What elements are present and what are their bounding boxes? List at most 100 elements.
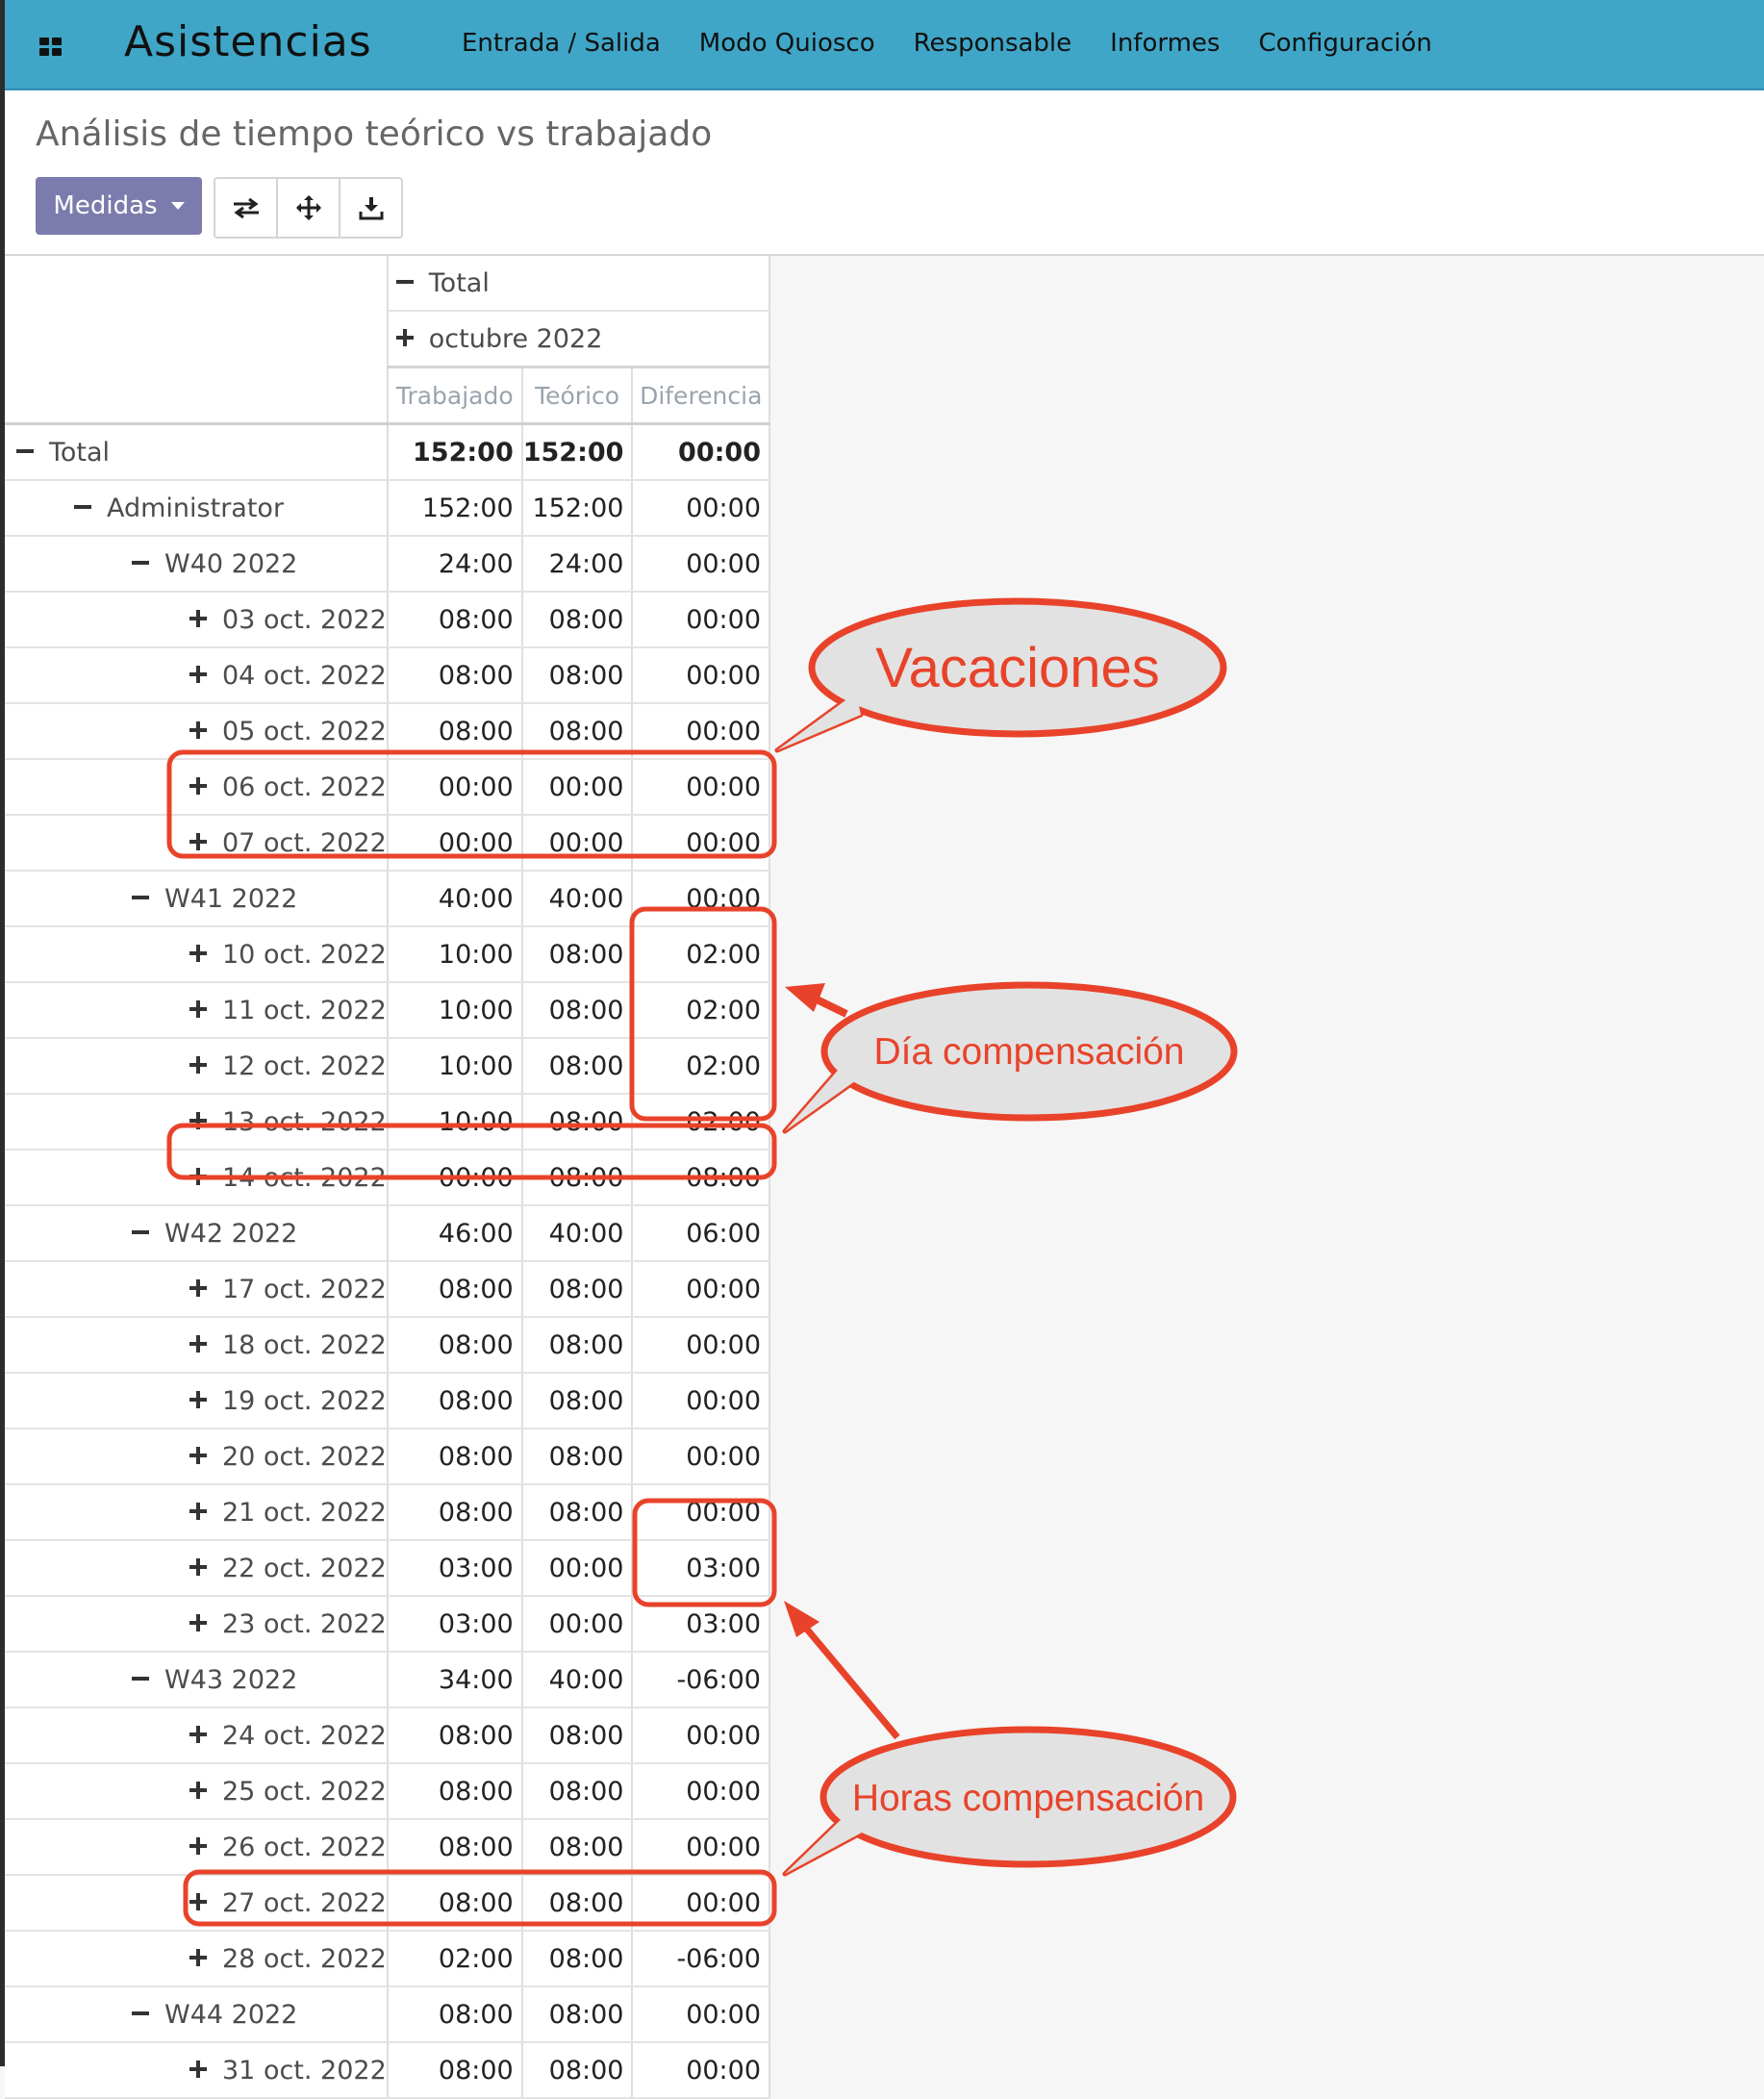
cell-teorico[interactable]: 08:00: [521, 1875, 634, 1932]
cell-trabajado[interactable]: 03:00: [387, 1540, 523, 1597]
measure-header-trabajado[interactable]: Trabajado: [387, 367, 523, 425]
cell-teorico[interactable]: 40:00: [521, 1652, 634, 1708]
cell-trabajado[interactable]: 08:00: [387, 2042, 523, 2099]
cell-diferencia[interactable]: 00:00: [632, 647, 770, 704]
cell-teorico[interactable]: 08:00: [521, 1150, 634, 1206]
cell-trabajado[interactable]: 24:00: [387, 536, 523, 593]
cell-teorico[interactable]: 24:00: [521, 536, 634, 593]
cell-trabajado[interactable]: 08:00: [387, 1986, 523, 2043]
cell-trabajado[interactable]: 152:00: [387, 423, 523, 481]
col-header-total[interactable]: Total: [386, 256, 771, 312]
cell-teorico[interactable]: 00:00: [521, 759, 634, 816]
cell-diferencia[interactable]: 00:00: [632, 1484, 770, 1541]
row-header[interactable]: 20 oct. 2022: [5, 1429, 389, 1485]
menu-configuracion[interactable]: Configuración: [1258, 29, 1431, 58]
row-header[interactable]: 04 oct. 2022: [5, 647, 389, 704]
cell-teorico[interactable]: 08:00: [521, 1038, 634, 1095]
cell-trabajado[interactable]: 152:00: [387, 480, 523, 537]
row-header[interactable]: 11 oct. 2022: [5, 982, 389, 1039]
cell-diferencia[interactable]: 00:00: [632, 759, 770, 816]
cell-diferencia[interactable]: 00:00: [632, 1986, 770, 2043]
cell-trabajado[interactable]: 08:00: [387, 1373, 523, 1429]
cell-diferencia[interactable]: 00:00: [632, 1317, 770, 1374]
menu-informes[interactable]: Informes: [1110, 29, 1220, 58]
cell-diferencia[interactable]: 02:00: [632, 1094, 770, 1151]
row-header[interactable]: Administrator: [5, 480, 389, 537]
cell-diferencia[interactable]: 00:00: [632, 536, 770, 593]
cell-trabajado[interactable]: 08:00: [387, 1819, 523, 1876]
row-header[interactable]: 19 oct. 2022: [5, 1373, 389, 1429]
row-header[interactable]: 24 oct. 2022: [5, 1707, 389, 1764]
row-header[interactable]: 06 oct. 2022: [5, 759, 389, 816]
cell-teorico[interactable]: 08:00: [521, 1931, 634, 1987]
row-header[interactable]: 26 oct. 2022: [5, 1819, 389, 1876]
row-header[interactable]: Total: [5, 423, 389, 481]
cell-diferencia[interactable]: 00:00: [632, 592, 770, 648]
cell-trabajado[interactable]: 34:00: [387, 1652, 523, 1708]
cell-teorico[interactable]: 152:00: [521, 480, 634, 537]
apps-grid-icon[interactable]: [39, 38, 63, 57]
cell-teorico[interactable]: 00:00: [521, 1540, 634, 1597]
row-header[interactable]: 13 oct. 2022: [5, 1094, 389, 1151]
cell-teorico[interactable]: 08:00: [521, 1429, 634, 1485]
cell-diferencia[interactable]: 02:00: [632, 926, 770, 983]
cell-trabajado[interactable]: 02:00: [387, 1931, 523, 1987]
cell-teorico[interactable]: 00:00: [521, 1596, 634, 1653]
cell-diferencia[interactable]: 00:00: [632, 871, 770, 927]
cell-diferencia[interactable]: 00:00: [632, 815, 770, 872]
cell-diferencia[interactable]: 03:00: [632, 1540, 770, 1597]
cell-diferencia[interactable]: 00:00: [632, 423, 770, 481]
row-header[interactable]: 25 oct. 2022: [5, 1763, 389, 1820]
cell-teorico[interactable]: 40:00: [521, 1205, 634, 1262]
cell-teorico[interactable]: 152:00: [521, 423, 634, 481]
cell-teorico[interactable]: 08:00: [521, 1261, 634, 1318]
cell-teorico[interactable]: 08:00: [521, 2042, 634, 2099]
col-header-month[interactable]: octubre 2022: [386, 311, 771, 368]
menu-modo-quiosco[interactable]: Modo Quiosco: [699, 29, 875, 58]
cell-trabajado[interactable]: 00:00: [387, 1150, 523, 1206]
cell-trabajado[interactable]: 10:00: [387, 926, 523, 983]
expand-all-button[interactable]: [276, 179, 339, 237]
cell-teorico[interactable]: 40:00: [521, 871, 634, 927]
download-button[interactable]: [339, 179, 401, 237]
cell-diferencia[interactable]: 06:00: [632, 1205, 770, 1262]
cell-diferencia[interactable]: -06:00: [632, 1652, 770, 1708]
cell-teorico[interactable]: 08:00: [521, 1707, 634, 1764]
cell-diferencia[interactable]: 00:00: [632, 1875, 770, 1932]
row-header[interactable]: 28 oct. 2022: [5, 1931, 389, 1987]
cell-diferencia[interactable]: 00:00: [632, 1763, 770, 1820]
row-header[interactable]: 17 oct. 2022: [5, 1261, 389, 1318]
row-header[interactable]: W40 2022: [5, 536, 389, 593]
cell-trabajado[interactable]: 10:00: [387, 1038, 523, 1095]
cell-teorico[interactable]: 08:00: [521, 1819, 634, 1876]
cell-teorico[interactable]: 08:00: [521, 1373, 634, 1429]
row-header[interactable]: 03 oct. 2022: [5, 592, 389, 648]
cell-trabajado[interactable]: 10:00: [387, 1094, 523, 1151]
cell-diferencia[interactable]: -08:00: [632, 1150, 770, 1206]
cell-trabajado[interactable]: 08:00: [387, 1484, 523, 1541]
cell-diferencia[interactable]: 02:00: [632, 982, 770, 1039]
cell-trabajado[interactable]: 08:00: [387, 1317, 523, 1374]
measure-header-diferencia[interactable]: Diferencia: [632, 367, 770, 425]
cell-teorico[interactable]: 08:00: [521, 1484, 634, 1541]
cell-teorico[interactable]: 08:00: [521, 1763, 634, 1820]
cell-trabajado[interactable]: 08:00: [387, 647, 523, 704]
cell-trabajado[interactable]: 10:00: [387, 982, 523, 1039]
cell-diferencia[interactable]: 03:00: [632, 1596, 770, 1653]
cell-trabajado[interactable]: 08:00: [387, 1707, 523, 1764]
cell-trabajado[interactable]: 08:00: [387, 1875, 523, 1932]
row-header[interactable]: 31 oct. 2022: [5, 2042, 389, 2099]
cell-diferencia[interactable]: 00:00: [632, 1429, 770, 1485]
cell-diferencia[interactable]: 00:00: [632, 2042, 770, 2099]
cell-teorico[interactable]: 08:00: [521, 592, 634, 648]
row-header[interactable]: 23 oct. 2022: [5, 1596, 389, 1653]
cell-diferencia[interactable]: 00:00: [632, 703, 770, 760]
row-header[interactable]: 22 oct. 2022: [5, 1540, 389, 1597]
cell-diferencia[interactable]: -06:00: [632, 1931, 770, 1987]
menu-responsable[interactable]: Responsable: [914, 29, 1072, 58]
cell-diferencia[interactable]: 00:00: [632, 1261, 770, 1318]
cell-teorico[interactable]: 08:00: [521, 1094, 634, 1151]
cell-trabajado[interactable]: 08:00: [387, 703, 523, 760]
cell-diferencia[interactable]: 02:00: [632, 1038, 770, 1095]
cell-teorico[interactable]: 08:00: [521, 1986, 634, 2043]
